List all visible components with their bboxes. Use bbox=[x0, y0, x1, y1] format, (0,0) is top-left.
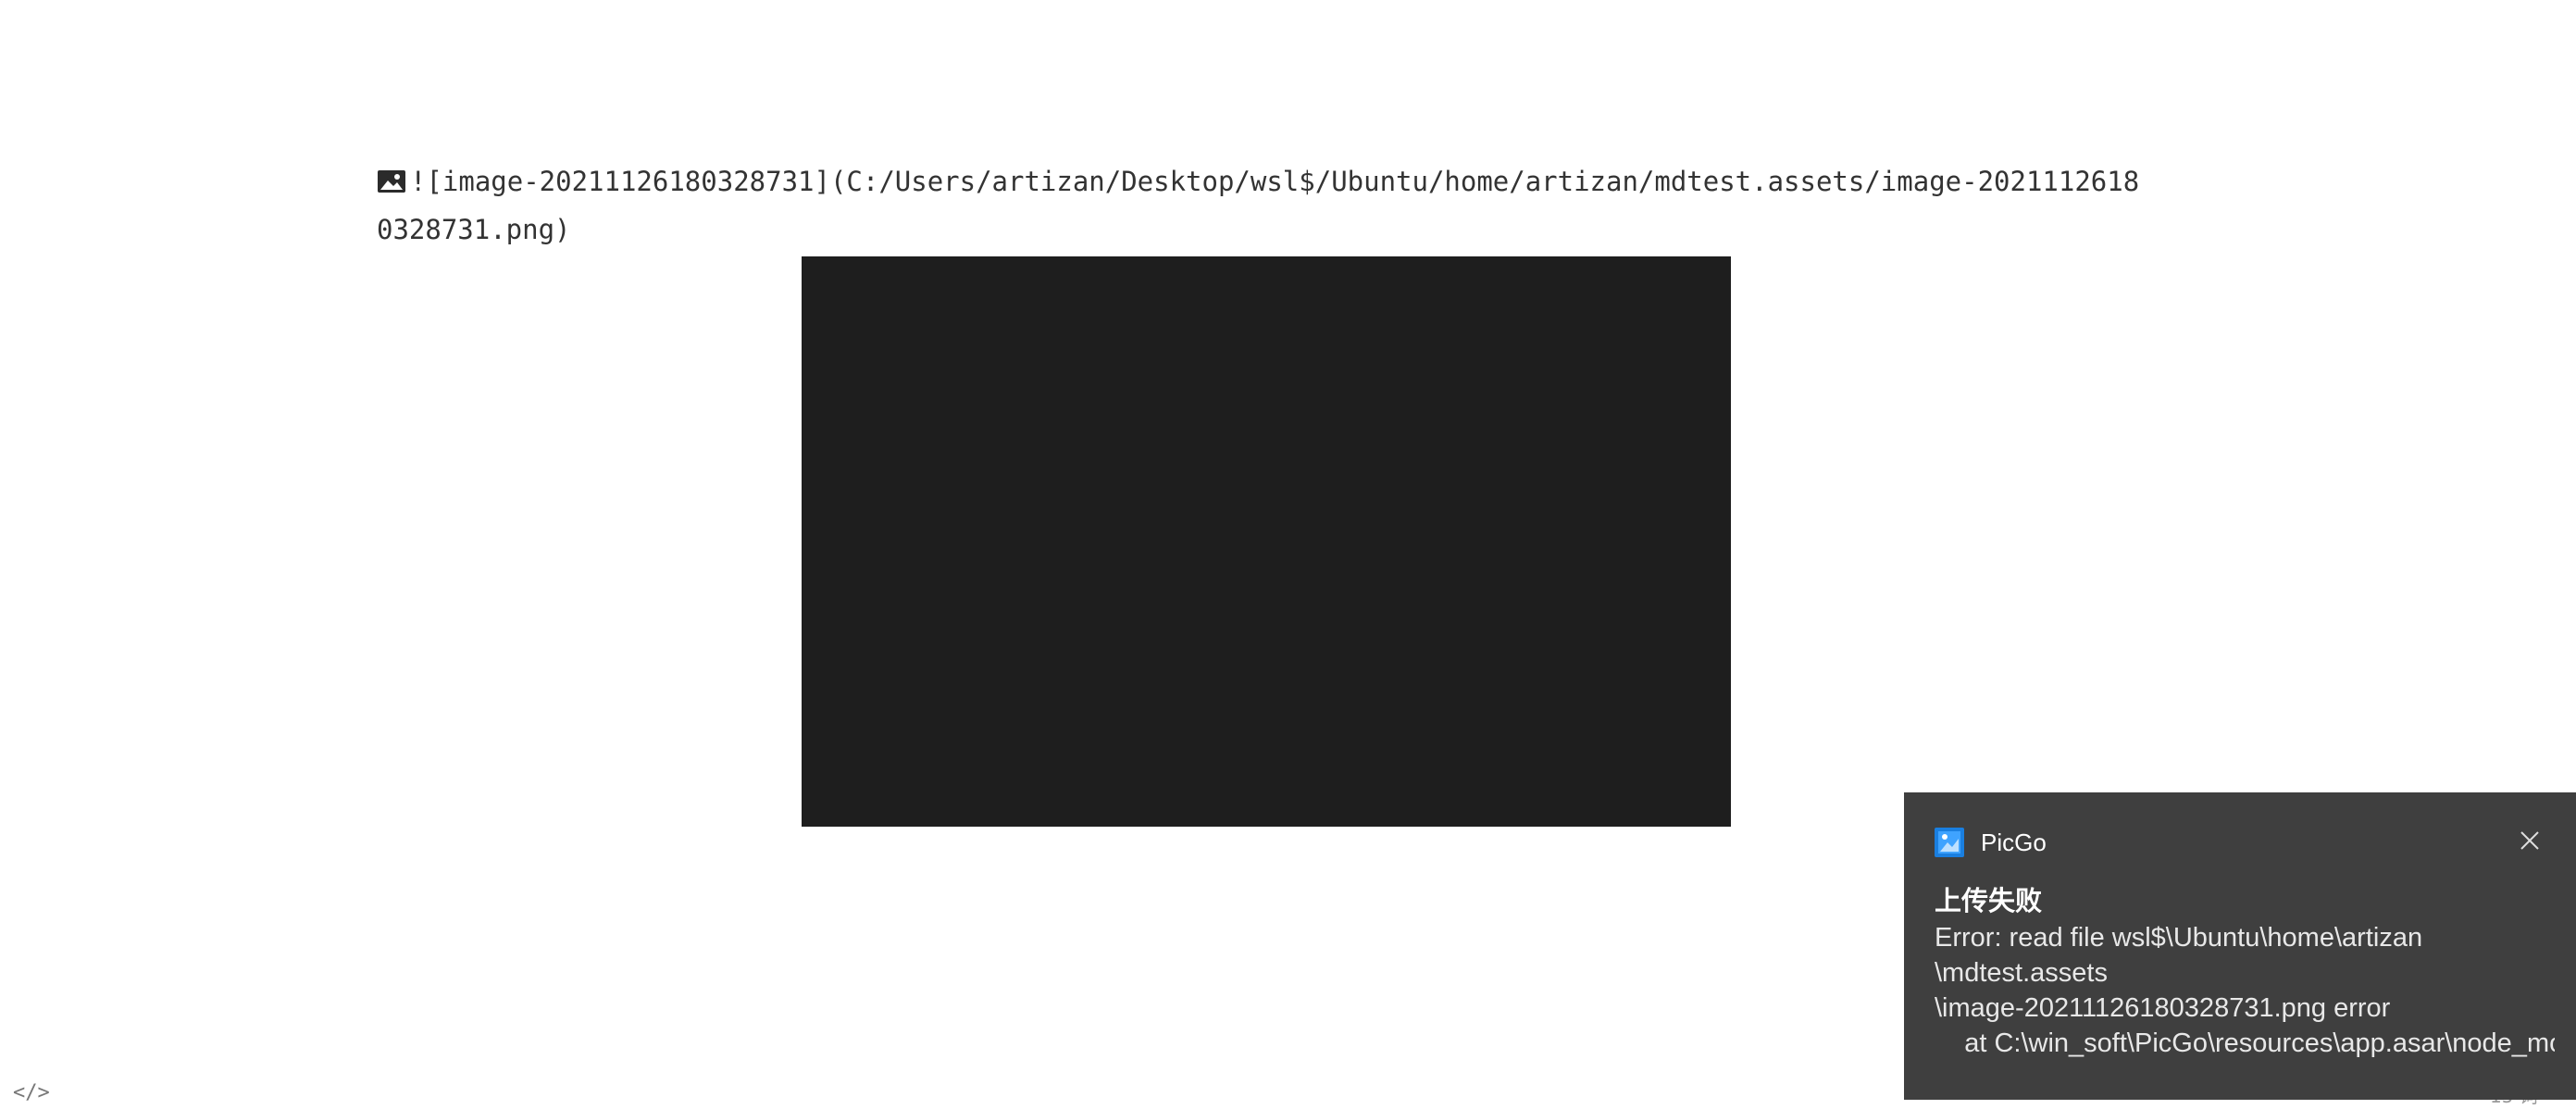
markdown-image-source[interactable]: ![image-20211126180328731](C:/Users/arti… bbox=[377, 157, 2154, 254]
markdown-image-text: ![image-20211126180328731](C:/Users/arti… bbox=[377, 166, 2140, 245]
notification-message: Error: read file wsl$\Ubuntu\home\artiza… bbox=[1935, 920, 2555, 1061]
notification-message-line: \image-20211126180328731.png error bbox=[1935, 993, 2391, 1023]
notification-title: 上传失败 bbox=[1935, 887, 2043, 916]
picgo-logo-icon bbox=[1935, 828, 1964, 857]
source-code-mode-button[interactable]: </> bbox=[13, 1081, 50, 1105]
close-icon[interactable] bbox=[2517, 828, 2543, 854]
notification-message-line: \mdtest.assets bbox=[1935, 958, 2108, 988]
image-preview[interactable] bbox=[802, 256, 1731, 827]
image-icon[interactable] bbox=[377, 168, 406, 195]
picgo-notification[interactable]: PicGo 上传失败 Error: read file wsl$\Ubuntu\… bbox=[1904, 792, 2576, 1100]
notification-message-line: Error: read file wsl$\Ubuntu\home\artiza… bbox=[1935, 923, 2423, 953]
notification-app-name: PicGo bbox=[1981, 828, 2047, 856]
notification-message-line: at C:\win_soft\PicGo\resources\app.asar\… bbox=[1964, 1028, 2555, 1058]
typora-editor-window: ![image-20211126180328731](C:/Users/arti… bbox=[0, 0, 2576, 1109]
notification-header: PicGo bbox=[1935, 826, 2047, 859]
